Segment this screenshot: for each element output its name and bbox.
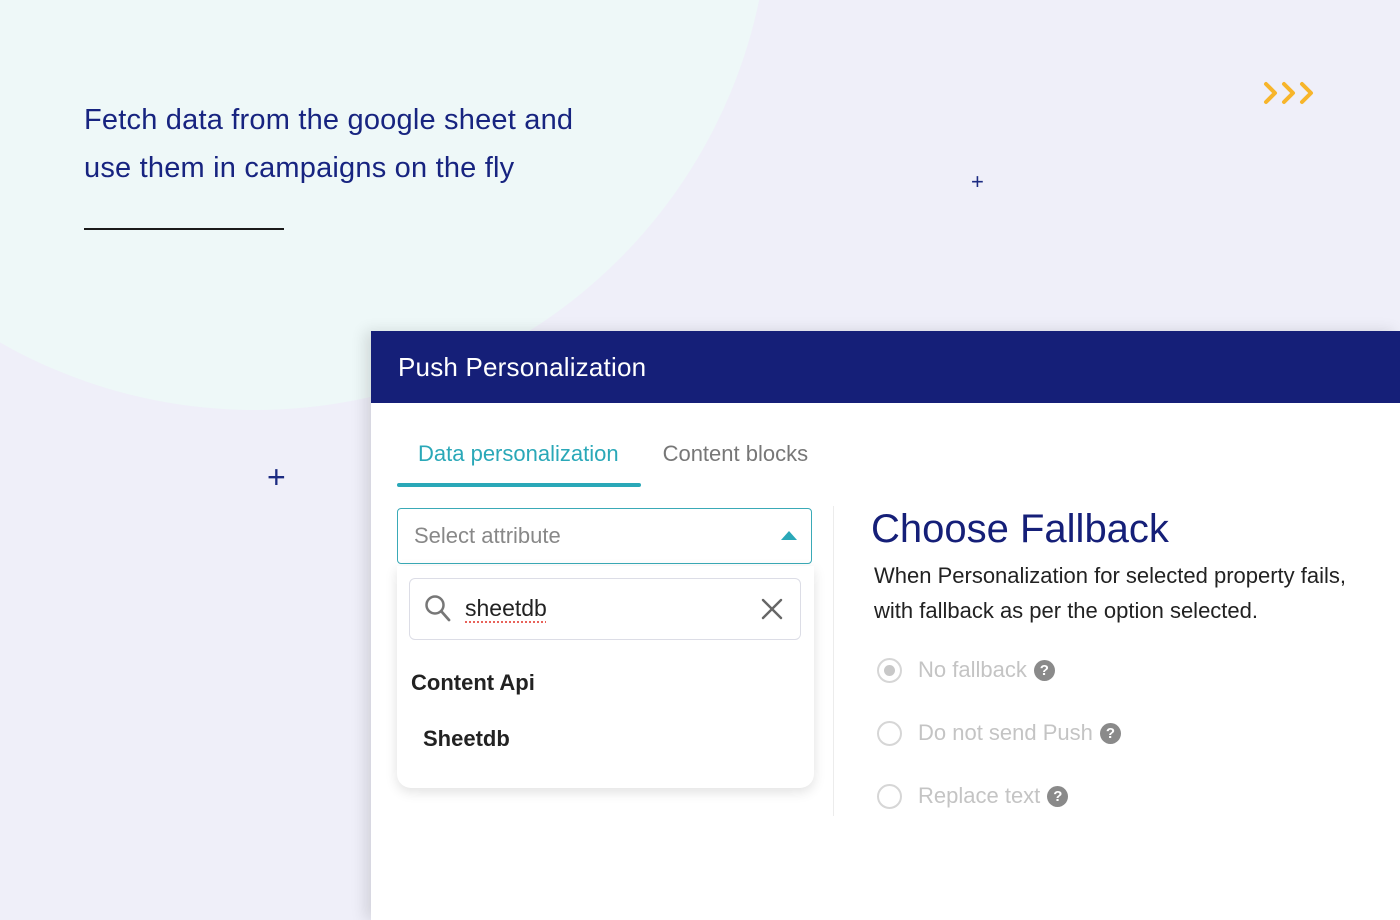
attribute-dropdown-menu: sheetdb Content Api Sheetdb [397,566,814,788]
fallback-title: Choose Fallback [871,507,1169,551]
tab-data-personalization[interactable]: Data personalization [397,441,641,487]
column-divider [833,506,834,816]
fallback-description-line-2: with fallback as per the option selected… [874,598,1259,623]
hero-underline [84,228,284,230]
panel-title: Push Personalization [398,351,647,382]
search-value[interactable]: sheetdb [465,595,547,622]
hero-text: Fetch data from the google sheet and use… [84,96,684,192]
help-icon[interactable]: ? [1047,785,1069,807]
tab-bar: Data personalization Content blocks [397,441,831,487]
radio-button[interactable] [877,657,902,683]
fallback-description-line-1: When Personalization for selected proper… [874,563,1347,588]
hero-text-line-1: Fetch data from the google sheet and [84,104,574,136]
fallback-description: When Personalization for selected proper… [874,558,1400,628]
radio-label: No fallback [918,657,1027,682]
option-sheetdb[interactable]: Sheetdb [423,726,510,752]
plus-decoration-icon: + [971,169,984,194]
radio-button[interactable] [877,783,902,809]
select-attribute-dropdown[interactable]: Select attribute [397,508,812,564]
caret-up-icon[interactable] [781,531,797,540]
plus-decoration-icon: + [267,459,286,495]
radio-button[interactable] [877,720,902,746]
tab-content-blocks[interactable]: Content blocks [641,441,831,485]
radio-no-fallback[interactable]: No fallback ? [877,657,1055,683]
radio-label: Replace text [918,783,1041,808]
search-icon [424,594,452,629]
triple-chevron-right-icon [1262,80,1318,106]
select-attribute-placeholder: Select attribute [414,523,561,548]
panel-header: Push Personalization [371,331,1400,403]
help-icon[interactable]: ? [1099,722,1121,744]
help-icon[interactable]: ? [1033,659,1055,681]
hero-text-line-2: use them in campaigns on the fly [84,152,515,184]
radio-do-not-send-push[interactable]: Do not send Push ? [877,720,1121,746]
radio-label: Do not send Push [918,720,1093,745]
radio-replace-text[interactable]: Replace text ? [877,783,1069,809]
push-personalization-panel: Push Personalization Data personalizatio… [371,331,1400,920]
option-group-label: Content Api [411,670,535,695]
attribute-search-input[interactable]: sheetdb [409,578,801,640]
close-icon[interactable] [760,597,784,626]
